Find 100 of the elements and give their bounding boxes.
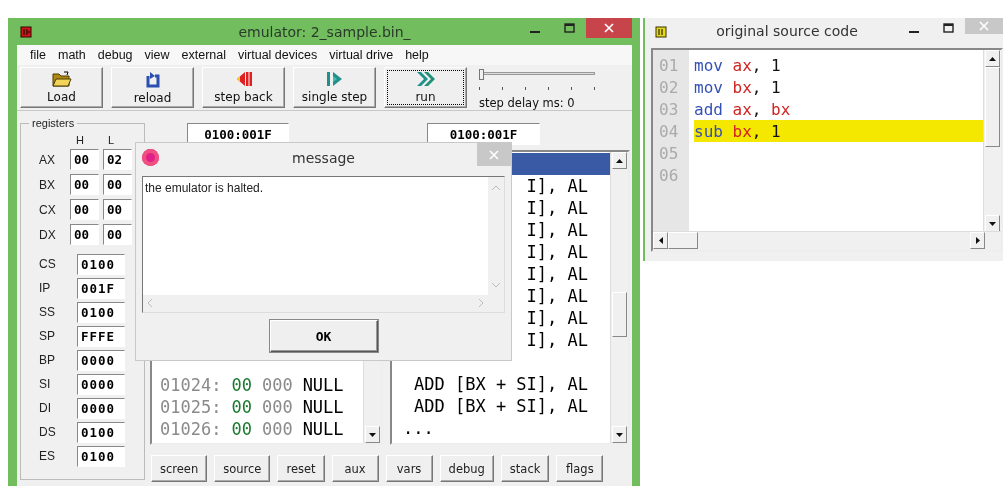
chip-icon bbox=[20, 25, 32, 38]
down-arrow-icon bbox=[989, 221, 996, 226]
folder-icon bbox=[51, 71, 72, 87]
register-name: DS bbox=[38, 425, 57, 439]
scrollbar-thumb[interactable] bbox=[985, 67, 1000, 147]
toolbar-button[interactable]: run bbox=[384, 67, 467, 108]
scrollbar-thumb[interactable] bbox=[612, 292, 627, 337]
register-field[interactable]: 001F bbox=[77, 277, 125, 299]
memory-decimal: 000 bbox=[261, 375, 293, 395]
menu-item[interactable]: help bbox=[399, 48, 435, 62]
register-field[interactable]: 0000 bbox=[77, 397, 125, 419]
register-field[interactable]: 00 bbox=[103, 224, 132, 245]
register-name: SS bbox=[38, 305, 56, 319]
registers-label: registers bbox=[29, 117, 78, 129]
panel-button[interactable]: source bbox=[214, 455, 271, 482]
column-heading: H bbox=[76, 134, 85, 147]
scrollbar-thumb[interactable] bbox=[668, 232, 698, 249]
line-number: 03 bbox=[658, 98, 680, 120]
toolbar-button[interactable]: step back bbox=[202, 67, 285, 108]
menu-item[interactable]: math bbox=[52, 48, 92, 62]
menu-item[interactable]: virtual drive bbox=[323, 48, 400, 62]
left-arrow-icon bbox=[658, 237, 663, 244]
instruction-text: I], AL bbox=[526, 220, 588, 240]
address-field[interactable]: 0100:001F bbox=[427, 123, 540, 145]
panel-button[interactable]: aux bbox=[331, 455, 379, 482]
toolbar-button[interactable]: single step bbox=[293, 67, 376, 108]
register-field[interactable]: 0100 bbox=[77, 253, 125, 275]
register-field[interactable]: 0000 bbox=[77, 373, 125, 395]
ok-button[interactable]: OK bbox=[269, 320, 378, 352]
menu-item[interactable]: file bbox=[24, 48, 52, 62]
register-field[interactable]: 00 bbox=[103, 199, 132, 220]
register-field[interactable]: 0100 bbox=[77, 445, 125, 467]
code-line: add ax, bx bbox=[694, 98, 792, 120]
register-name: ES bbox=[38, 449, 56, 463]
register-field[interactable]: 00 bbox=[70, 224, 99, 245]
memory-byte: 00 bbox=[231, 419, 252, 439]
scroll-down-button[interactable] bbox=[365, 426, 380, 443]
code-line: mov ax, 1 bbox=[694, 54, 782, 76]
memory-address: 01024: bbox=[160, 375, 222, 395]
register-field[interactable]: FFFE bbox=[77, 325, 125, 347]
line-number: 05 bbox=[658, 142, 680, 164]
line-number: 06 bbox=[658, 164, 680, 186]
register-field[interactable]: 00 bbox=[70, 199, 99, 220]
down-arrow-icon bbox=[369, 432, 376, 437]
scroll-down-button[interactable] bbox=[612, 426, 627, 443]
address-field[interactable]: 0100:001F bbox=[187, 123, 289, 145]
register-field[interactable]: 00 bbox=[103, 174, 132, 195]
memory-address: 01025: bbox=[160, 397, 222, 417]
memory-byte: 00 bbox=[231, 397, 252, 417]
memory-decimal: 000 bbox=[261, 397, 293, 417]
register-field[interactable]: 00 bbox=[70, 149, 99, 170]
panel-button[interactable]: screen bbox=[151, 455, 208, 482]
register-field[interactable]: 02 bbox=[103, 149, 132, 170]
up-arrow-icon bbox=[616, 158, 623, 163]
down-arrow-icon bbox=[616, 432, 623, 437]
menu-item[interactable]: external bbox=[175, 48, 233, 62]
register-name: IP bbox=[38, 281, 52, 295]
memory-char: NULL bbox=[302, 397, 344, 417]
instruction-text: ADD [BX + SI], AL bbox=[414, 374, 588, 394]
register-field[interactable]: 0100 bbox=[77, 421, 125, 443]
panel-button[interactable]: flags bbox=[556, 455, 604, 482]
scrollbar[interactable] bbox=[610, 152, 628, 443]
menu-item[interactable]: view bbox=[138, 48, 176, 62]
memory-address: 01026: bbox=[160, 419, 222, 439]
register-field[interactable]: 0000 bbox=[77, 349, 125, 371]
instruction-text: I], AL bbox=[526, 176, 588, 196]
maximize-icon bbox=[942, 23, 954, 33]
fast-forward-icon bbox=[416, 71, 435, 87]
memory-char: NULL bbox=[302, 375, 344, 395]
register-name: CX bbox=[38, 202, 57, 217]
chip-icon bbox=[655, 26, 667, 38]
register-name: DI bbox=[38, 401, 52, 415]
ellipsis-text: ... bbox=[402, 418, 434, 438]
menu-item[interactable]: virtual devices bbox=[232, 48, 324, 62]
scroll-right-button[interactable] bbox=[970, 232, 985, 249]
memory-char: NULL bbox=[302, 419, 344, 439]
dialog-title: message bbox=[292, 150, 355, 166]
register-field[interactable]: 00 bbox=[70, 174, 99, 195]
panel-button[interactable]: reset bbox=[277, 455, 325, 482]
slider-thumb[interactable] bbox=[479, 69, 484, 80]
panel-button[interactable]: vars bbox=[385, 455, 433, 482]
instruction-text: I], AL bbox=[526, 264, 588, 284]
scroll-left-button[interactable] bbox=[653, 232, 668, 249]
close-icon bbox=[979, 21, 989, 31]
register-name: SP bbox=[38, 329, 56, 343]
step-forward-icon bbox=[326, 71, 343, 87]
scroll-up-button[interactable] bbox=[985, 50, 1000, 67]
panel-button[interactable]: stack bbox=[500, 455, 550, 482]
minimize-icon bbox=[909, 30, 919, 33]
panel-button[interactable]: debug bbox=[439, 455, 494, 482]
scrollbar[interactable] bbox=[983, 50, 1001, 232]
toolbar-button[interactable]: Load bbox=[20, 67, 103, 108]
minimize-icon bbox=[530, 30, 540, 33]
menu-item[interactable]: debug bbox=[91, 48, 139, 62]
step-delay-label: step delay ms: 0 bbox=[479, 96, 576, 110]
toolbar-button[interactable]: reload bbox=[111, 67, 194, 108]
scroll-up-button[interactable] bbox=[612, 152, 627, 169]
register-name: SI bbox=[38, 377, 52, 391]
memory-decimal: 000 bbox=[261, 419, 293, 439]
register-field[interactable]: 0100 bbox=[77, 301, 125, 323]
